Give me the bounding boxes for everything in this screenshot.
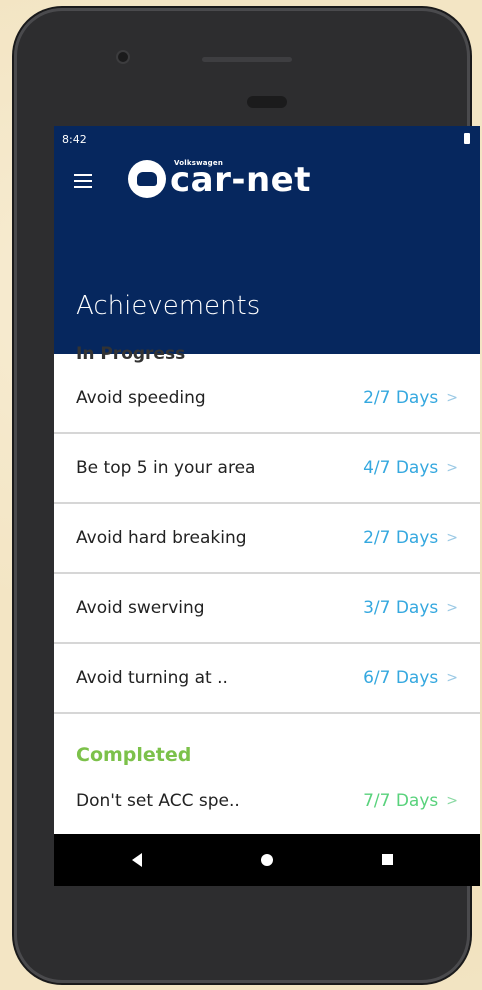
list-item[interactable]: Avoid speeding 2/7 Days > bbox=[54, 364, 480, 434]
list-item-label: Avoid swerving bbox=[76, 598, 205, 618]
list-item-value: 7/7 Days > bbox=[363, 791, 458, 811]
achievements-list: In Progress Avoid speeding 2/7 Days > Be… bbox=[54, 344, 480, 824]
list-item-value: 4/7 Days > bbox=[363, 458, 458, 478]
chevron-right-icon: > bbox=[446, 460, 458, 476]
front-camera-icon bbox=[118, 52, 128, 62]
android-nav-bar bbox=[54, 834, 480, 886]
chevron-right-icon: > bbox=[446, 793, 458, 809]
list-item[interactable]: Be top 5 in your area 4/7 Days > bbox=[54, 434, 480, 504]
list-item-label: Be top 5 in your area bbox=[76, 458, 256, 478]
list-item-label: Don't set ACC spe.. bbox=[76, 791, 240, 811]
proximity-sensor bbox=[247, 96, 287, 108]
progress-value: 2/7 Days bbox=[363, 388, 439, 408]
chevron-right-icon: > bbox=[446, 600, 458, 616]
app-bar: 8:42 Volkswagen car-net Achievements bbox=[54, 126, 480, 354]
chevron-right-icon: > bbox=[446, 670, 458, 686]
list-item[interactable]: Avoid turning at .. 6/7 Days > bbox=[54, 644, 480, 714]
home-circle-icon[interactable] bbox=[261, 854, 273, 866]
recent-square-icon[interactable] bbox=[382, 854, 393, 865]
list-item[interactable]: Don't set ACC spe.. 7/7 Days > bbox=[54, 779, 480, 823]
progress-value: 6/7 Days bbox=[363, 668, 439, 688]
page-title: Achievements bbox=[76, 291, 261, 321]
hamburger-menu-icon[interactable] bbox=[74, 174, 92, 188]
earpiece-speaker bbox=[202, 57, 292, 62]
completed-header: Completed bbox=[76, 744, 192, 766]
progress-value: 3/7 Days bbox=[363, 598, 439, 618]
chevron-right-icon: > bbox=[446, 390, 458, 406]
progress-value: 4/7 Days bbox=[363, 458, 439, 478]
car-net-logo-icon bbox=[128, 160, 166, 198]
completed-value: 7/7 Days bbox=[363, 791, 439, 811]
battery-icon bbox=[464, 133, 470, 144]
back-triangle-icon[interactable] bbox=[132, 853, 142, 867]
progress-value: 2/7 Days bbox=[363, 528, 439, 548]
list-item-value: 3/7 Days > bbox=[363, 598, 458, 618]
list-item[interactable]: Avoid hard breaking 2/7 Days > bbox=[54, 504, 480, 574]
list-item-value: 2/7 Days > bbox=[363, 528, 458, 548]
list-item-label: Avoid speeding bbox=[76, 388, 206, 408]
chevron-right-icon: > bbox=[446, 530, 458, 546]
list-item-value: 6/7 Days > bbox=[363, 668, 458, 688]
list-item-label: Avoid turning at .. bbox=[76, 668, 228, 688]
list-item-label: Avoid hard breaking bbox=[76, 528, 247, 548]
brand-name: car-net bbox=[170, 160, 311, 200]
in-progress-header: In Progress bbox=[76, 344, 186, 364]
phone-frame: 8:42 Volkswagen car-net Achievements In … bbox=[14, 8, 480, 983]
list-item[interactable]: Avoid swerving 3/7 Days > bbox=[54, 574, 480, 644]
device-screen: 8:42 Volkswagen car-net Achievements In … bbox=[54, 126, 480, 886]
status-time: 8:42 bbox=[62, 133, 87, 146]
list-item-value: 2/7 Days > bbox=[363, 388, 458, 408]
